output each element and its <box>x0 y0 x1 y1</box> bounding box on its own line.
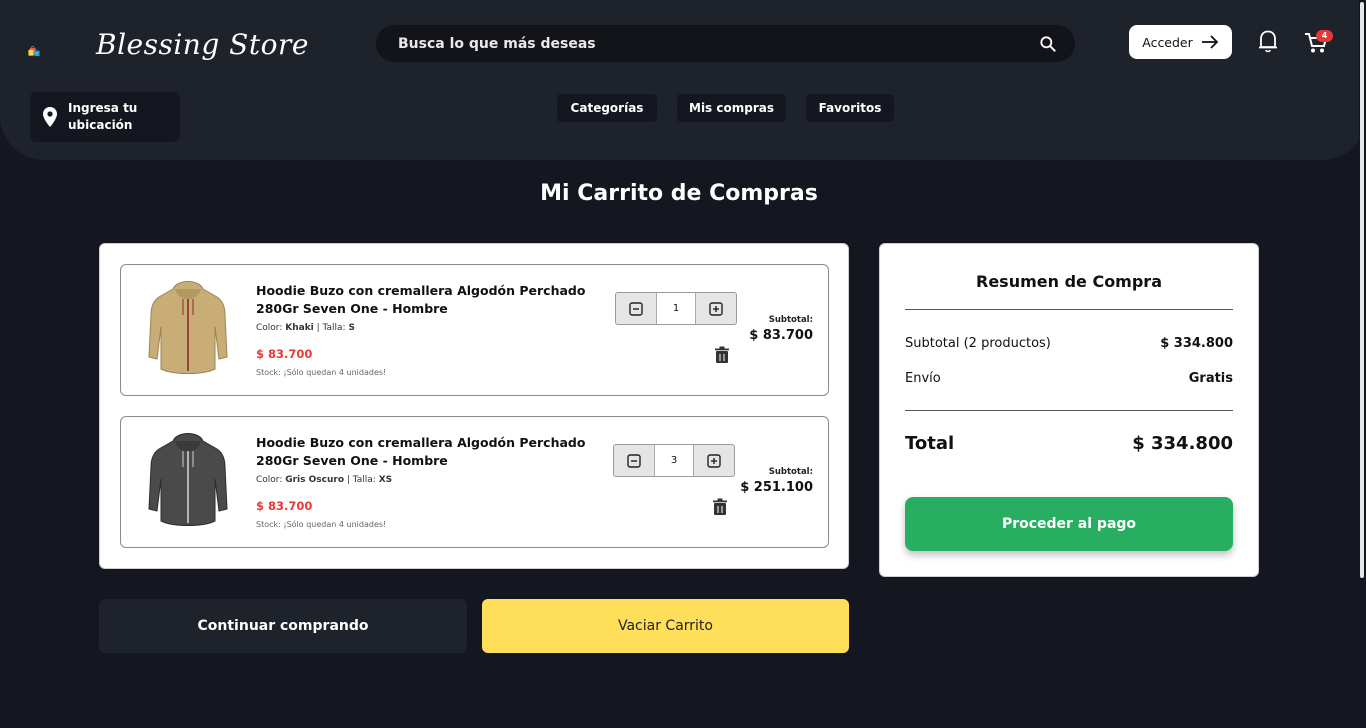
item-name[interactable]: Hoodie Buzo con cremallera Algodón Perch… <box>256 434 596 470</box>
subtotal-label: Subtotal: <box>768 315 813 325</box>
summary-subtotal-value: $ 334.800 <box>1160 336 1233 351</box>
cart-item: Hoodie Buzo con cremallera Algodón Perch… <box>120 264 829 396</box>
total-label: Total <box>905 433 955 454</box>
order-summary-panel: Resumen de Compra Subtotal (2 productos)… <box>879 243 1259 577</box>
continue-shopping-button[interactable]: Continuar comprando <box>99 599 467 653</box>
item-stock: Stock: ¡Sólo quedan 4 unidades! <box>256 368 387 377</box>
summary-subtotal-label: Subtotal (2 productos) <box>905 336 1051 351</box>
login-button[interactable]: Acceder <box>1129 25 1232 59</box>
total-value: $ 334.800 <box>1132 433 1233 454</box>
cart-item: Hoodie Buzo con cremallera Algodón Perch… <box>120 416 829 548</box>
checkout-button[interactable]: Proceder al pago <box>905 497 1233 551</box>
search-input[interactable] <box>398 25 1018 62</box>
quantity-stepper: 1 <box>615 292 737 325</box>
item-subtotal: $ 83.700 <box>749 328 813 343</box>
item-attributes: Color: Gris Oscuro | Talla: XS <box>256 475 393 485</box>
shipping-label: Envío <box>905 371 941 386</box>
location-button[interactable]: Ingresa tu ubicación <box>30 92 180 142</box>
hoodie-dark-gray-image <box>148 433 228 526</box>
subtotal-label: Subtotal: <box>768 467 813 477</box>
plus-icon <box>707 453 721 468</box>
nav-categorias[interactable]: Categorías <box>557 94 657 122</box>
location-label: Ingresa tu ubicación <box>68 101 138 132</box>
bell-icon[interactable] <box>1256 28 1280 54</box>
increase-button[interactable] <box>694 445 734 476</box>
item-price: $ 83.700 <box>256 347 313 361</box>
nav-favoritos[interactable]: Favoritos <box>806 94 894 122</box>
logo-bags-icon[interactable] <box>28 24 88 78</box>
search-icon[interactable] <box>1038 34 1058 54</box>
shipping-value: Gratis <box>1188 371 1233 386</box>
trash-icon[interactable] <box>714 346 730 364</box>
item-name[interactable]: Hoodie Buzo con cremallera Algodón Perch… <box>256 282 596 318</box>
trash-icon[interactable] <box>712 498 728 516</box>
divider <box>905 410 1233 411</box>
nav-mis-compras[interactable]: Mis compras <box>677 94 786 122</box>
decrease-button[interactable] <box>614 445 654 476</box>
cart-items-panel: Hoodie Buzo con cremallera Algodón Perch… <box>99 243 849 569</box>
brand-name[interactable]: Blessing Store <box>96 28 309 61</box>
scrollbar-thumb[interactable] <box>1360 2 1364 578</box>
arrow-right-icon <box>1201 35 1219 49</box>
plus-icon <box>709 301 723 316</box>
cart-count-badge: 4 <box>1316 30 1333 42</box>
quantity-value[interactable]: 1 <box>656 293 696 324</box>
search-bar[interactable] <box>376 25 1075 62</box>
item-attributes: Color: Khaki | Talla: S <box>256 323 355 333</box>
location-pin-icon <box>43 107 57 127</box>
page-title: Mi Carrito de Compras <box>540 181 818 206</box>
increase-button[interactable] <box>696 293 736 324</box>
divider <box>905 309 1233 310</box>
empty-cart-button[interactable]: Vaciar Carrito <box>482 599 849 653</box>
decrease-button[interactable] <box>616 293 656 324</box>
hoodie-khaki-image <box>148 281 228 374</box>
minus-icon <box>629 301 643 316</box>
minus-icon <box>627 453 641 468</box>
quantity-stepper: 3 <box>613 444 735 477</box>
site-header <box>0 0 1366 160</box>
quantity-value[interactable]: 3 <box>654 445 694 476</box>
summary-title: Resumen de Compra <box>976 272 1162 291</box>
item-subtotal: $ 251.100 <box>740 480 813 495</box>
item-price: $ 83.700 <box>256 499 313 513</box>
item-stock: Stock: ¡Sólo quedan 4 unidades! <box>256 520 387 529</box>
login-label: Acceder <box>1142 34 1193 50</box>
